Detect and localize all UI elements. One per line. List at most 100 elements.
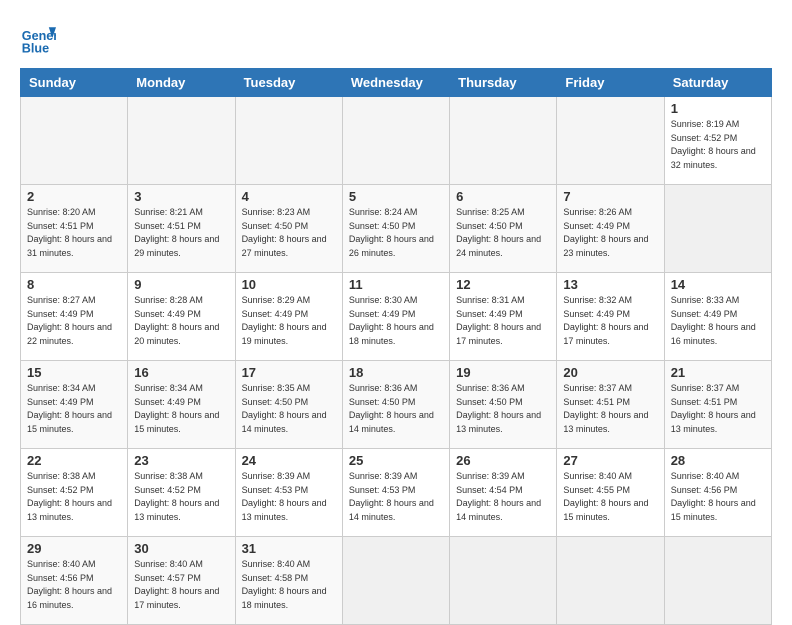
day-number: 5 [349,189,443,204]
day-number: 8 [27,277,121,292]
calendar-cell: 31 Sunrise: 8:40 AM Sunset: 4:58 PM Dayl… [235,537,342,625]
day-number: 26 [456,453,550,468]
calendar-cell: 17 Sunrise: 8:35 AM Sunset: 4:50 PM Dayl… [235,361,342,449]
day-info: Sunrise: 8:23 AM Sunset: 4:50 PM Dayligh… [242,206,336,260]
calendar-cell: 14 Sunrise: 8:33 AM Sunset: 4:49 PM Dayl… [664,273,771,361]
weekday-header-wednesday: Wednesday [342,69,449,97]
calendar-cell: 2 Sunrise: 8:20 AM Sunset: 4:51 PM Dayli… [21,185,128,273]
day-info: Sunrise: 8:34 AM Sunset: 4:49 PM Dayligh… [27,382,121,436]
weekday-header-friday: Friday [557,69,664,97]
calendar-cell: 24 Sunrise: 8:39 AM Sunset: 4:53 PM Dayl… [235,449,342,537]
day-info: Sunrise: 8:31 AM Sunset: 4:49 PM Dayligh… [456,294,550,348]
calendar-cell: 22 Sunrise: 8:38 AM Sunset: 4:52 PM Dayl… [21,449,128,537]
calendar-cell: 25 Sunrise: 8:39 AM Sunset: 4:53 PM Dayl… [342,449,449,537]
day-number: 14 [671,277,765,292]
day-number: 19 [456,365,550,380]
calendar-cell: 8 Sunrise: 8:27 AM Sunset: 4:49 PM Dayli… [21,273,128,361]
day-number: 30 [134,541,228,556]
calendar-cell: 11 Sunrise: 8:30 AM Sunset: 4:49 PM Dayl… [342,273,449,361]
day-number: 6 [456,189,550,204]
day-info: Sunrise: 8:40 AM Sunset: 4:57 PM Dayligh… [134,558,228,612]
calendar-cell: 26 Sunrise: 8:39 AM Sunset: 4:54 PM Dayl… [450,449,557,537]
day-number: 16 [134,365,228,380]
day-info: Sunrise: 8:37 AM Sunset: 4:51 PM Dayligh… [671,382,765,436]
day-info: Sunrise: 8:39 AM Sunset: 4:53 PM Dayligh… [349,470,443,524]
day-number: 21 [671,365,765,380]
day-info: Sunrise: 8:36 AM Sunset: 4:50 PM Dayligh… [456,382,550,436]
calendar-cell: 23 Sunrise: 8:38 AM Sunset: 4:52 PM Dayl… [128,449,235,537]
calendar-cell [128,97,235,185]
svg-text:Blue: Blue [22,41,49,55]
calendar-cell: 7 Sunrise: 8:26 AM Sunset: 4:49 PM Dayli… [557,185,664,273]
header: General Blue [20,20,772,56]
day-number: 27 [563,453,657,468]
calendar-table: SundayMondayTuesdayWednesdayThursdayFrid… [20,68,772,625]
day-info: Sunrise: 8:20 AM Sunset: 4:51 PM Dayligh… [27,206,121,260]
day-number: 24 [242,453,336,468]
calendar-cell [342,97,449,185]
day-info: Sunrise: 8:36 AM Sunset: 4:50 PM Dayligh… [349,382,443,436]
calendar-week-2: 8 Sunrise: 8:27 AM Sunset: 4:49 PM Dayli… [21,273,772,361]
day-number: 10 [242,277,336,292]
logo-icon: General Blue [20,20,56,56]
day-number: 1 [671,101,765,116]
calendar-cell [450,537,557,625]
day-info: Sunrise: 8:40 AM Sunset: 4:55 PM Dayligh… [563,470,657,524]
day-info: Sunrise: 8:34 AM Sunset: 4:49 PM Dayligh… [134,382,228,436]
calendar-cell: 12 Sunrise: 8:31 AM Sunset: 4:49 PM Dayl… [450,273,557,361]
day-number: 4 [242,189,336,204]
day-number: 31 [242,541,336,556]
day-info: Sunrise: 8:21 AM Sunset: 4:51 PM Dayligh… [134,206,228,260]
calendar-cell: 15 Sunrise: 8:34 AM Sunset: 4:49 PM Dayl… [21,361,128,449]
calendar-cell: 16 Sunrise: 8:34 AM Sunset: 4:49 PM Dayl… [128,361,235,449]
day-number: 9 [134,277,228,292]
weekday-header-sunday: Sunday [21,69,128,97]
weekday-header-monday: Monday [128,69,235,97]
day-number: 18 [349,365,443,380]
page: General Blue SundayMondayTuesdayWednesda… [0,0,792,612]
calendar-week-1: 2 Sunrise: 8:20 AM Sunset: 4:51 PM Dayli… [21,185,772,273]
day-info: Sunrise: 8:40 AM Sunset: 4:58 PM Dayligh… [242,558,336,612]
day-number: 2 [27,189,121,204]
calendar-week-5: 29 Sunrise: 8:40 AM Sunset: 4:56 PM Dayl… [21,537,772,625]
calendar-cell: 19 Sunrise: 8:36 AM Sunset: 4:50 PM Dayl… [450,361,557,449]
calendar-cell [450,97,557,185]
day-info: Sunrise: 8:33 AM Sunset: 4:49 PM Dayligh… [671,294,765,348]
calendar-cell: 27 Sunrise: 8:40 AM Sunset: 4:55 PM Dayl… [557,449,664,537]
day-number: 28 [671,453,765,468]
calendar-cell: 5 Sunrise: 8:24 AM Sunset: 4:50 PM Dayli… [342,185,449,273]
calendar-cell: 4 Sunrise: 8:23 AM Sunset: 4:50 PM Dayli… [235,185,342,273]
calendar-cell: 13 Sunrise: 8:32 AM Sunset: 4:49 PM Dayl… [557,273,664,361]
day-info: Sunrise: 8:38 AM Sunset: 4:52 PM Dayligh… [27,470,121,524]
day-number: 13 [563,277,657,292]
day-info: Sunrise: 8:26 AM Sunset: 4:49 PM Dayligh… [563,206,657,260]
logo: General Blue [20,20,56,56]
day-number: 3 [134,189,228,204]
calendar-cell [557,97,664,185]
calendar-cell [664,537,771,625]
day-info: Sunrise: 8:39 AM Sunset: 4:53 PM Dayligh… [242,470,336,524]
calendar-week-3: 15 Sunrise: 8:34 AM Sunset: 4:49 PM Dayl… [21,361,772,449]
day-info: Sunrise: 8:40 AM Sunset: 4:56 PM Dayligh… [27,558,121,612]
day-info: Sunrise: 8:25 AM Sunset: 4:50 PM Dayligh… [456,206,550,260]
day-number: 29 [27,541,121,556]
calendar-cell: 3 Sunrise: 8:21 AM Sunset: 4:51 PM Dayli… [128,185,235,273]
calendar-cell: 6 Sunrise: 8:25 AM Sunset: 4:50 PM Dayli… [450,185,557,273]
calendar-cell: 21 Sunrise: 8:37 AM Sunset: 4:51 PM Dayl… [664,361,771,449]
calendar-cell: 10 Sunrise: 8:29 AM Sunset: 4:49 PM Dayl… [235,273,342,361]
calendar-cell [664,185,771,273]
calendar-cell: 30 Sunrise: 8:40 AM Sunset: 4:57 PM Dayl… [128,537,235,625]
weekday-header-thursday: Thursday [450,69,557,97]
day-info: Sunrise: 8:37 AM Sunset: 4:51 PM Dayligh… [563,382,657,436]
day-number: 7 [563,189,657,204]
day-number: 11 [349,277,443,292]
day-number: 20 [563,365,657,380]
day-info: Sunrise: 8:39 AM Sunset: 4:54 PM Dayligh… [456,470,550,524]
day-info: Sunrise: 8:28 AM Sunset: 4:49 PM Dayligh… [134,294,228,348]
day-info: Sunrise: 8:27 AM Sunset: 4:49 PM Dayligh… [27,294,121,348]
day-info: Sunrise: 8:40 AM Sunset: 4:56 PM Dayligh… [671,470,765,524]
calendar-cell [342,537,449,625]
calendar-cell: 9 Sunrise: 8:28 AM Sunset: 4:49 PM Dayli… [128,273,235,361]
day-number: 17 [242,365,336,380]
calendar-cell: 29 Sunrise: 8:40 AM Sunset: 4:56 PM Dayl… [21,537,128,625]
